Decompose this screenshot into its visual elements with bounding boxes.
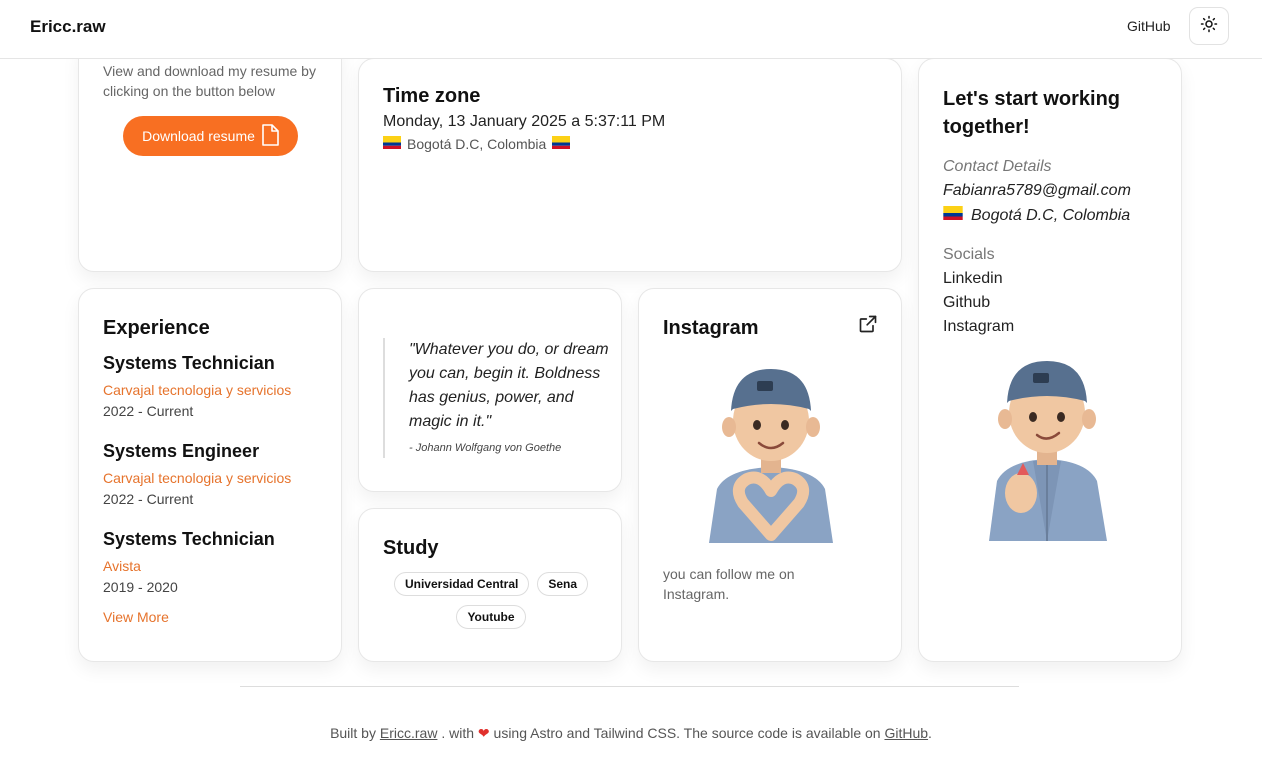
study-card: Study Universidad Central Sena Youtube — [358, 508, 622, 662]
experience-title: Experience — [103, 317, 210, 339]
contact-card: Let's start working together! Contact De… — [918, 58, 1182, 662]
brand-logo[interactable]: Ericc.raw — [30, 17, 106, 37]
sun-icon — [1200, 15, 1218, 38]
site-footer: Built by Ericc.raw . with ❤ using Astro … — [0, 725, 1262, 742]
job-title: Systems Technician — [103, 529, 275, 549]
quote-author: - Johann Wolfgang von Goethe — [409, 442, 562, 454]
instagram-description: you can follow me on Instagram. — [663, 566, 795, 602]
job-dates: 2022 - Current — [103, 403, 194, 419]
job-title: Systems Engineer — [103, 441, 260, 461]
study-chips: Universidad Central Sena Youtube — [375, 572, 607, 629]
quote-bar — [383, 338, 385, 458]
footer-suffix: using Astro and Tailwind CSS. The source… — [493, 725, 881, 741]
social-link-instagram[interactable]: Instagram — [943, 318, 1014, 336]
job-dates: 2022 - Current — [103, 491, 194, 507]
resume-card: View and download my resume by clicking … — [78, 40, 342, 272]
download-resume-label: Download resume — [142, 128, 255, 144]
social-link-github[interactable]: Github — [943, 294, 990, 312]
colombia-flag-icon — [943, 206, 963, 225]
job-company[interactable]: Carvajal tecnologia y servicios — [103, 382, 291, 398]
footer-author-link[interactable]: Ericc.raw — [380, 725, 438, 741]
view-more-link[interactable]: View More — [103, 609, 169, 625]
instagram-title: Instagram — [663, 317, 759, 339]
instagram-card: Instagram you can follow me on Instagram… — [638, 288, 902, 662]
contact-email[interactable]: Fabianra5789@gmail.com — [943, 182, 1131, 200]
file-icon — [261, 123, 279, 149]
contact-details-label: Contact Details — [943, 158, 1052, 175]
study-title: Study — [383, 537, 439, 559]
resume-description: View and download my resume by clicking … — [103, 63, 316, 99]
contact-title: Let's start working together! — [943, 88, 1121, 138]
job-company[interactable]: Carvajal tecnologia y servicios — [103, 470, 291, 486]
colombia-flag-icon — [383, 136, 401, 152]
quote-text: "Whatever you do, or dream you can, begi… — [409, 341, 609, 430]
contact-location-text: Bogotá D.C, Colombia — [971, 206, 1131, 224]
footer-divider — [240, 686, 1019, 687]
timezone-datetime: Monday, 13 January 2025 a 5:37:11 PM — [383, 113, 666, 130]
study-chip: Sena — [537, 572, 589, 596]
timezone-location-text: Bogotá D.C, Colombia — [407, 136, 547, 152]
site-header: Ericc.raw GitHub — [0, 0, 1262, 59]
experience-card: Experience Systems Technician Carvajal t… — [78, 288, 342, 662]
footer-source-link[interactable]: GitHub — [884, 725, 928, 741]
footer-middle: . with — [441, 725, 475, 741]
timezone-card: Time zone Monday, 13 January 2025 a 5:37… — [358, 58, 902, 272]
memoji-finger-heart-icon — [967, 351, 1127, 546]
study-chip: Youtube — [456, 605, 526, 629]
heart-icon: ❤ — [477, 725, 490, 741]
job-company[interactable]: Avista — [103, 558, 141, 574]
memoji-heart-hands-icon — [703, 363, 839, 548]
colombia-flag-icon — [552, 136, 571, 152]
contact-location: Bogotá D.C, Colombia — [943, 206, 1130, 225]
nav-github-link[interactable]: GitHub — [1127, 18, 1171, 34]
theme-toggle-button[interactable] — [1189, 7, 1229, 45]
download-resume-button[interactable]: Download resume — [123, 116, 298, 156]
job-dates: 2019 - 2020 — [103, 579, 178, 595]
quote-card: "Whatever you do, or dream you can, begi… — [358, 288, 622, 492]
timezone-title: Time zone — [383, 85, 481, 107]
social-link-linkedin[interactable]: Linkedin — [943, 270, 1003, 288]
study-chip: Universidad Central — [393, 572, 530, 596]
external-link-icon[interactable] — [858, 314, 878, 339]
timezone-location: Bogotá D.C, Colombia — [383, 136, 571, 152]
socials-label: Socials — [943, 246, 995, 263]
job-title: Systems Technician — [103, 353, 275, 373]
footer-end: . — [928, 725, 932, 741]
footer-prefix: Built by — [330, 725, 376, 741]
